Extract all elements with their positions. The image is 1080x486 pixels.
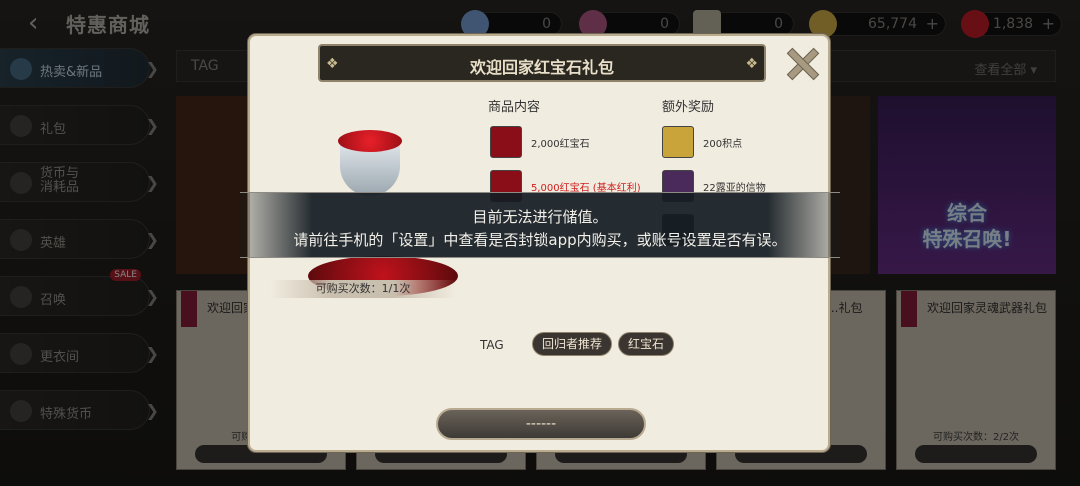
dialog-header: ❖ 欢迎回家红宝石礼包 ❖ <box>318 44 766 82</box>
dialog-title: 欢迎回家红宝石礼包 <box>469 58 614 77</box>
ruby-pile-icon <box>338 130 402 152</box>
item-label: 200积点 <box>703 139 743 150</box>
ruby-icon <box>490 126 522 158</box>
ticket-icon <box>662 126 694 158</box>
bonus-header: 额外奖励 <box>662 100 715 115</box>
purchase-button[interactable]: ------ <box>436 408 646 440</box>
close-icon[interactable] <box>784 46 818 80</box>
item-label: 2,000红宝石 <box>531 139 590 150</box>
contents-header: 商品内容 <box>488 100 541 115</box>
ornament-icon: ❖ <box>745 56 758 72</box>
tag-chip[interactable]: 回归者推荐 <box>532 332 612 356</box>
message-line-1: 目前无法进行储值。 <box>472 208 608 226</box>
error-message-banner: 目前无法进行储值。 请前往手机的「设置」中查看是否封锁app内购买，或账号设置是… <box>240 192 840 258</box>
tag-chip[interactable]: 红宝石 <box>618 332 674 356</box>
buy-count: 可购买次数：1/1次 <box>270 280 456 298</box>
tag-label: TAG <box>480 338 504 352</box>
message-line-2: 请前往手机的「设置」中查看是否封锁app内购买，或账号设置是否有误。 <box>293 231 787 249</box>
